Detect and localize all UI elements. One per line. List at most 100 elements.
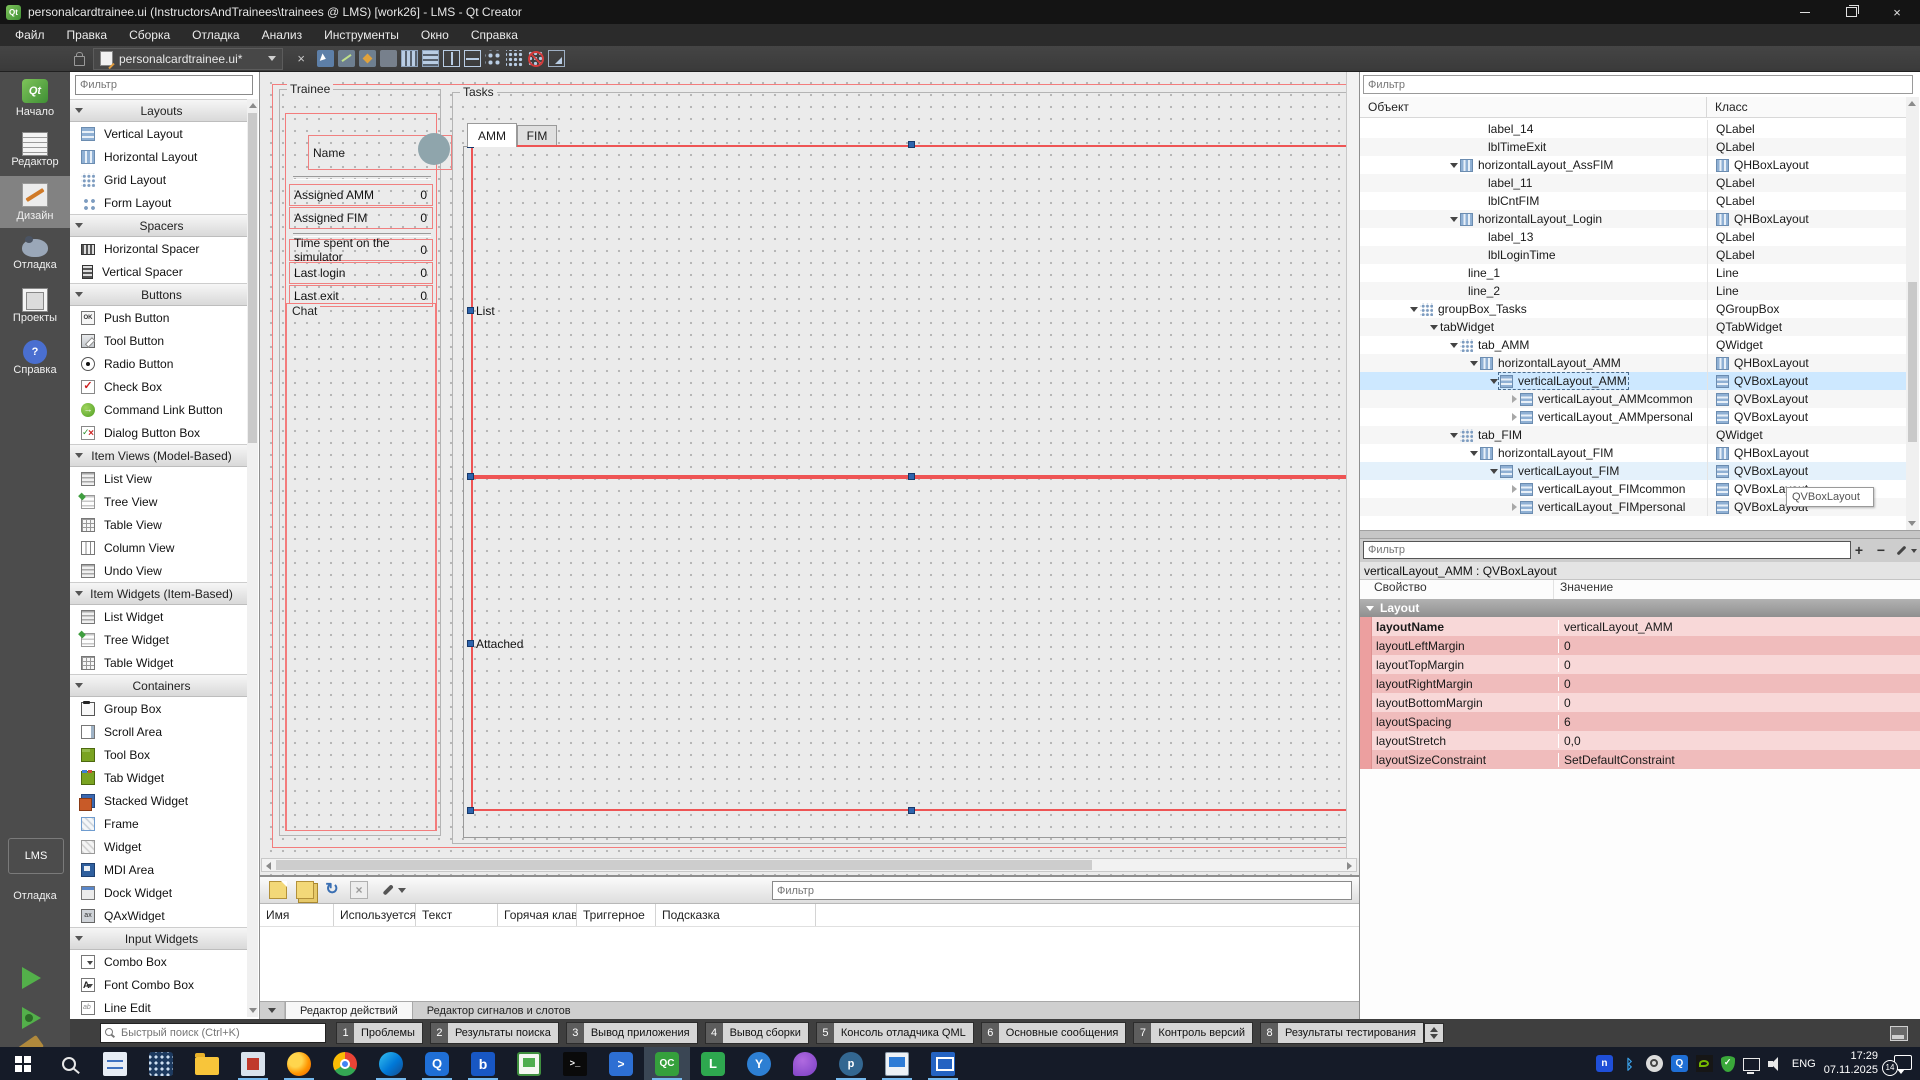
tree-item[interactable]: label_14 <box>1488 122 1533 136</box>
object-tree-row[interactable]: horizontalLayout_AMMQHBoxLayout <box>1360 354 1906 372</box>
widget-item[interactable]: →Command Link Button <box>70 398 248 421</box>
tree-item[interactable]: label_13 <box>1488 230 1533 244</box>
kit-selector[interactable]: LMS <box>8 838 64 874</box>
object-tree-row[interactable]: verticalLayout_AMMpersonalQVBoxLayout <box>1360 408 1906 426</box>
stat-row[interactable]: Assigned AMM0 <box>289 184 433 206</box>
mode-projects[interactable]: Проекты <box>0 280 70 332</box>
property-name[interactable]: layoutName <box>1372 620 1558 634</box>
tray-n-icon[interactable]: n <box>1596 1055 1613 1072</box>
stat-row[interactable]: Assigned FIM0 <box>289 207 433 229</box>
object-tree-row[interactable]: verticalLayout_AMMQVBoxLayout <box>1360 372 1906 390</box>
widgetbox-filter-input[interactable] <box>75 75 253 95</box>
tray-shield-icon[interactable] <box>1721 1056 1735 1072</box>
menu-item-6[interactable]: Окно <box>410 24 460 46</box>
layout-horizontal-icon[interactable] <box>401 50 418 67</box>
property-name[interactable]: layoutBottomMargin <box>1372 696 1558 710</box>
tree-item[interactable]: tab_AMM <box>1460 338 1529 352</box>
property-name[interactable]: layoutLeftMargin <box>1372 639 1558 653</box>
avatar-circle[interactable] <box>418 133 450 165</box>
menu-item-0[interactable]: Файл <box>4 24 56 46</box>
widget-item[interactable]: Tool Button <box>70 329 248 352</box>
widget-item[interactable]: Horizontal Layout <box>70 145 248 168</box>
taskbar-app-calc[interactable] <box>138 1047 184 1080</box>
action-filter-input[interactable] <box>772 881 1352 900</box>
layout-content-label[interactable]: Attached <box>473 637 523 651</box>
layout-form-icon[interactable] <box>485 50 502 67</box>
mode-design[interactable]: Дизайн <box>0 176 70 228</box>
widget-item[interactable]: Table Widget <box>70 651 248 674</box>
widget-item[interactable]: Vertical Spacer <box>70 260 248 283</box>
action-column-header[interactable]: Горячая клавиш <box>498 904 577 926</box>
form-vertical-scrollbar[interactable] <box>1346 72 1359 858</box>
scrollbar-thumb[interactable] <box>276 860 1092 870</box>
widget-item[interactable]: abLine Edit <box>70 996 248 1019</box>
property-value[interactable]: 0 <box>1558 696 1920 710</box>
stat-row[interactable]: Last login0 <box>289 262 433 284</box>
tree-item[interactable]: label_11 <box>1488 176 1532 190</box>
output-pane-button[interactable]: 1Проблемы <box>336 1022 423 1044</box>
property-value[interactable]: SetDefaultConstraint <box>1558 753 1920 767</box>
mode-debug[interactable]: Отладка <box>0 228 70 280</box>
property-value[interactable]: 0 <box>1558 639 1920 653</box>
language-indicator[interactable]: ENG <box>1792 1058 1816 1070</box>
object-tree-row[interactable]: horizontalLayout_AssFIMQHBoxLayout <box>1360 156 1906 174</box>
tree-item[interactable]: horizontalLayout_FIM <box>1480 446 1613 460</box>
chevron-down-icon[interactable] <box>1450 343 1458 348</box>
remove-property-icon[interactable]: − <box>1871 542 1891 558</box>
scroll-left-icon[interactable] <box>266 862 271 870</box>
property-name[interactable]: layoutSizeConstraint <box>1372 753 1558 767</box>
tree-item[interactable]: horizontalLayout_Login <box>1460 212 1602 226</box>
new-action-icon[interactable] <box>269 881 287 899</box>
run-button[interactable] <box>22 967 41 989</box>
tray-steam-icon[interactable] <box>1646 1055 1663 1072</box>
tree-item[interactable]: line_2 <box>1468 284 1500 298</box>
taskbar-app-ps[interactable]: > <box>598 1047 644 1080</box>
inspector-filter-input[interactable] <box>1363 75 1913 94</box>
widget-item[interactable]: Radio Button <box>70 352 248 375</box>
output-pane-button[interactable]: 8Результаты тестирования <box>1260 1022 1424 1044</box>
layout-grid-icon[interactable] <box>506 50 523 67</box>
object-tree-row[interactable]: label_11QLabel <box>1360 174 1906 192</box>
copy-action-icon[interactable] <box>296 881 314 899</box>
tray-bt-icon[interactable]: ᛒ <box>1621 1055 1638 1072</box>
selected-layout-rect[interactable]: Attached <box>471 477 1353 811</box>
pane-updown-button[interactable] <box>1424 1023 1444 1043</box>
widget-item[interactable]: Grid Layout <box>70 168 248 191</box>
widget-item[interactable]: Widget <box>70 835 248 858</box>
property-name[interactable]: layoutStretch <box>1372 734 1558 748</box>
property-row[interactable]: layoutNameverticalLayout_AMM <box>1360 617 1920 636</box>
property-value[interactable]: 0 <box>1558 658 1920 672</box>
property-value[interactable]: 6 <box>1558 715 1920 729</box>
widget-item[interactable]: Group Box <box>70 697 248 720</box>
widget-item[interactable]: Tab Widget <box>70 766 248 789</box>
tree-item[interactable]: lblTimeExit <box>1488 140 1546 154</box>
chevron-right-icon[interactable] <box>1512 395 1517 403</box>
chevron-right-icon[interactable] <box>1512 503 1517 511</box>
object-tree-row[interactable]: lblLoginTimeQLabel <box>1360 246 1906 264</box>
tree-item[interactable]: line_1 <box>1468 266 1500 280</box>
widget-item[interactable]: axQAxWidget <box>70 904 248 927</box>
widget-item[interactable]: Vertical Layout <box>70 122 248 145</box>
layout-content-label[interactable]: List <box>473 304 495 318</box>
mode-home[interactable]: QtНачало <box>0 72 70 124</box>
tray-net-icon[interactable] <box>1743 1058 1760 1071</box>
widget-item[interactable]: Tree Widget <box>70 628 248 651</box>
property-value[interactable]: verticalLayout_AMM <box>1558 620 1920 634</box>
taskbar-app-search[interactable] <box>46 1047 92 1080</box>
taskbar-app-start[interactable] <box>0 1047 46 1080</box>
debug-run-button[interactable] <box>22 1007 41 1029</box>
menu-item-5[interactable]: Инструменты <box>313 24 410 46</box>
chevron-down-icon[interactable] <box>260 1002 285 1019</box>
widgetbox-section-header[interactable]: Input Widgets <box>70 927 248 950</box>
object-tree-row[interactable]: line_2Line <box>1360 282 1906 300</box>
object-tree-row[interactable]: line_1Line <box>1360 264 1906 282</box>
menu-item-2[interactable]: Сборка <box>118 24 181 46</box>
property-section-layout[interactable]: Layout <box>1360 599 1920 617</box>
adjust-size-icon[interactable] <box>548 50 565 67</box>
document-selector[interactable]: personalcardtrainee.ui* <box>93 48 283 70</box>
column-object[interactable]: Объект <box>1360 97 1707 117</box>
stat-row[interactable]: Time spent on the simulator0 <box>289 239 433 261</box>
tree-item[interactable]: lblLoginTime <box>1488 248 1556 262</box>
scroll-up-icon[interactable] <box>1908 101 1916 106</box>
selection-handle[interactable] <box>908 141 915 148</box>
